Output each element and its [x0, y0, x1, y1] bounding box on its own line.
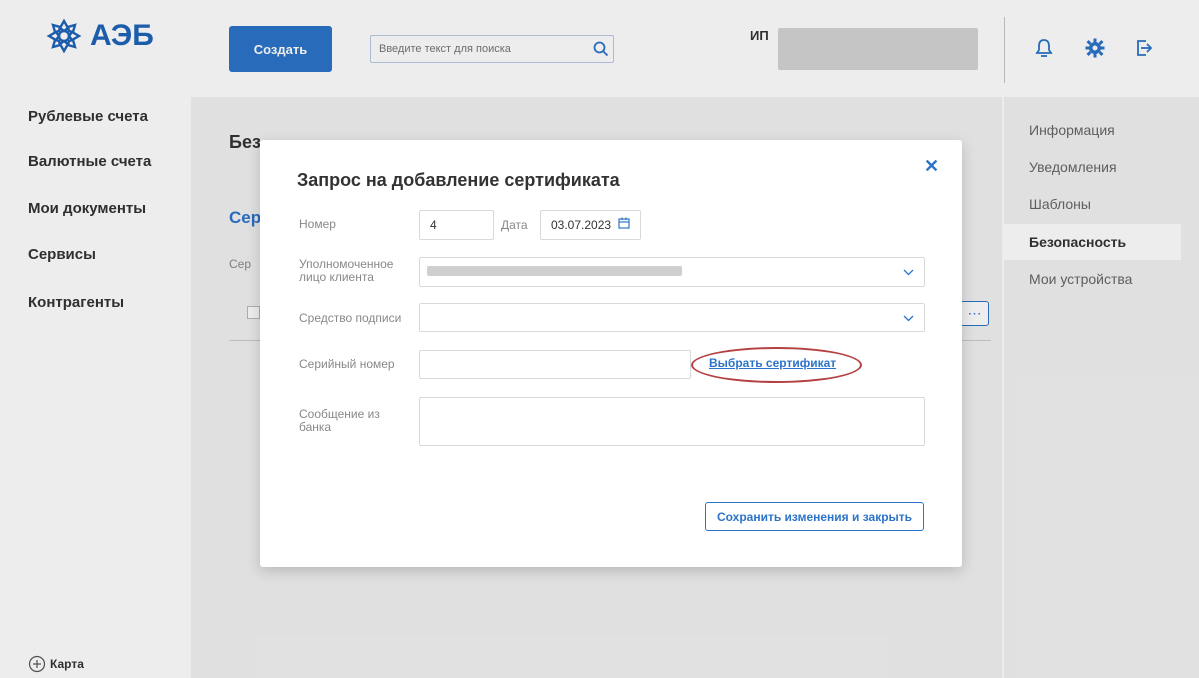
bank-message-label: Сообщение из банка — [299, 407, 380, 434]
number-label: Номер — [299, 217, 336, 231]
number-input[interactable]: 4 — [419, 210, 494, 240]
chevron-down-icon — [903, 309, 914, 327]
certificate-request-dialog: Запрос на добавление сертификата ✕ Номер… — [260, 140, 962, 567]
close-icon[interactable]: ✕ — [924, 156, 939, 177]
authorized-person-select[interactable] — [419, 257, 925, 287]
date-label: Дата — [501, 218, 528, 232]
number-value: 4 — [430, 218, 437, 232]
authorized-person-blurred-value — [427, 266, 682, 276]
chevron-down-icon — [903, 263, 914, 281]
signature-tool-label: Средство подписи — [299, 311, 402, 325]
calendar-icon[interactable] — [618, 216, 630, 234]
bank-message-field[interactable] — [419, 397, 925, 446]
serial-number-label: Серийный номер — [299, 357, 395, 371]
dialog-title: Запрос на добавление сертификата — [297, 170, 620, 190]
select-certificate-link[interactable]: Выбрать сертификат — [709, 356, 836, 370]
authorized-person-label: Уполномоченное лицо клиента — [299, 257, 394, 284]
signature-tool-select[interactable] — [419, 303, 925, 332]
serial-number-input[interactable] — [419, 350, 691, 379]
date-value: 03.07.2023 — [551, 218, 612, 232]
save-and-close-button[interactable]: Сохранить изменения и закрыть — [705, 502, 924, 531]
date-input[interactable]: 03.07.2023 — [540, 210, 641, 240]
